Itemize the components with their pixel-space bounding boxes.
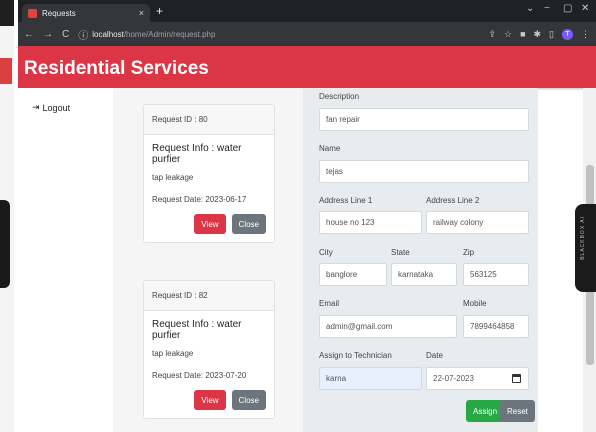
favicon-icon <box>28 8 37 18</box>
city-label: City <box>319 248 333 257</box>
description-field[interactable]: fan repair <box>319 108 529 131</box>
screen: Requests × + ⌄ − ▢ ✕ ← → C ⓘ localhost/h… <box>0 0 596 432</box>
tab-search-icon[interactable]: ⌄ <box>526 3 534 14</box>
logout-link[interactable]: ⇥ Logout <box>32 102 70 113</box>
request-card: Request ID : 82 Request Info : water pur… <box>143 280 275 419</box>
city-field[interactable]: banglore <box>319 263 387 286</box>
view-button[interactable]: View <box>194 214 226 234</box>
date-value: 22-07-2023 <box>433 374 474 383</box>
reset-button[interactable]: Reset <box>500 400 535 422</box>
extensions-puzzle-icon[interactable]: ✱ <box>534 29 542 40</box>
blackbox-ai-label: BLACKBOX AI <box>580 216 586 260</box>
bg-header <box>0 58 12 84</box>
technician-field[interactable]: karna <box>319 367 422 390</box>
background-sliver <box>0 0 14 432</box>
sidebar: ⇥ Logout <box>18 88 113 432</box>
logout-label: Logout <box>42 102 71 113</box>
request-card: Request ID : 80 Request Info : water pur… <box>143 104 275 243</box>
state-field[interactable]: karnataka <box>391 263 457 286</box>
request-id: Request ID : 82 <box>144 281 274 311</box>
technician-label: Assign to Technician <box>319 351 392 360</box>
url-host: localhost <box>92 29 124 39</box>
address-line2-field[interactable]: railway colony <box>426 211 529 234</box>
request-info: Request Info : water purfier <box>152 143 242 165</box>
email-field[interactable]: admin@gmail.com <box>319 315 457 338</box>
zip-field[interactable]: 563125 <box>463 263 529 286</box>
date-label: Date <box>426 351 443 360</box>
logout-icon: ⇥ <box>32 102 40 112</box>
maximize-button[interactable]: ▢ <box>563 3 572 14</box>
blackbox-ai-pill[interactable]: BLACKBOX AI <box>575 204 596 292</box>
request-info: Request Info : water purfier <box>152 319 242 341</box>
bookmark-star-icon[interactable]: ☆ <box>504 29 512 40</box>
mobile-field[interactable]: 7899464858 <box>463 315 529 338</box>
url-field[interactable]: ⓘ localhost/home/Admin/request.php <box>78 26 378 42</box>
new-tab-button[interactable]: + <box>156 4 163 18</box>
profile-avatar[interactable]: T <box>562 28 573 40</box>
sidepanel-icon[interactable]: ▯ <box>549 29 554 40</box>
close-window-button[interactable]: ✕ <box>581 3 589 14</box>
url-path: /home/Admin/request.php <box>123 29 216 39</box>
menu-kebab-icon[interactable]: ⋮ <box>581 29 590 40</box>
state-label: State <box>391 248 410 257</box>
bg-blackbox-pill <box>0 200 10 288</box>
close-button[interactable]: Close <box>231 214 266 234</box>
toolbar-icons: ⇪ ☆ ■ ✱ ▯ T ⋮ <box>488 28 590 40</box>
description-label: Description <box>319 92 360 101</box>
brand-title[interactable]: Residential Services <box>24 58 209 80</box>
date-field[interactable]: 22-07-2023 <box>426 367 529 390</box>
forward-icon[interactable]: → <box>43 29 53 40</box>
browser-tab[interactable]: Requests × <box>22 4 150 22</box>
site-info-icon[interactable]: ⓘ <box>78 27 88 42</box>
close-button[interactable]: Close <box>231 390 266 410</box>
address-line2-label: Address Line 2 <box>426 196 480 205</box>
back-icon[interactable]: ← <box>24 29 34 40</box>
share-icon[interactable]: ⇪ <box>488 29 496 40</box>
site-header: Residential Services <box>18 46 596 88</box>
extension-icon[interactable]: ■ <box>520 29 525 39</box>
minimize-button[interactable]: − <box>544 3 550 14</box>
name-label: Name <box>319 144 341 153</box>
bg-titlebar <box>0 0 14 26</box>
calendar-icon[interactable] <box>512 374 521 383</box>
view-button[interactable]: View <box>194 390 226 410</box>
address-bar: ← → C ⓘ localhost/home/Admin/request.php… <box>18 22 596 46</box>
address-line1-label: Address Line 1 <box>319 196 373 205</box>
request-id: Request ID : 80 <box>144 105 274 135</box>
request-desc: tap leakage <box>152 173 194 182</box>
address-line1-field[interactable]: house no 123 <box>319 211 422 234</box>
request-desc: tap leakage <box>152 349 194 358</box>
request-list: Request ID : 80 Request Info : water pur… <box>113 88 303 432</box>
tab-title: Requests <box>42 8 76 18</box>
tab-close-icon[interactable]: × <box>139 8 144 18</box>
request-date: Request Date: 2023-06-17 <box>152 195 247 204</box>
request-date: Request Date: 2023-07-20 <box>152 371 247 380</box>
assign-form: Description fan repair Name tejas Addres… <box>303 88 538 432</box>
zip-label: Zip <box>463 248 475 257</box>
name-field[interactable]: tejas <box>319 160 529 183</box>
email-label: Email <box>319 299 340 308</box>
assign-button[interactable]: Assign <box>466 400 505 422</box>
reload-icon[interactable]: C <box>62 29 69 40</box>
browser-window: Requests × + ⌄ − ▢ ✕ ← → C ⓘ localhost/h… <box>18 0 596 432</box>
mobile-label: Mobile <box>463 299 487 308</box>
title-bar: Requests × + ⌄ − ▢ ✕ <box>18 0 596 22</box>
